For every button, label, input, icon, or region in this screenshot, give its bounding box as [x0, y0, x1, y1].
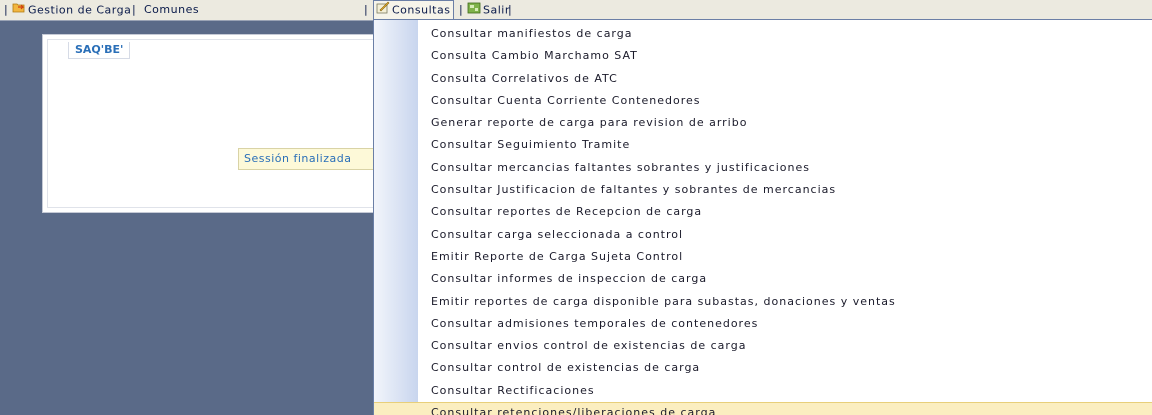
- app-logo: SAQ'BE': [68, 42, 131, 59]
- exit-icon: [467, 1, 481, 20]
- menu-separator: |: [459, 3, 464, 16]
- session-panel: SAQ'BE' Sessión finalizada: [42, 34, 390, 213]
- menu-salir[interactable]: Salir: [467, 1, 510, 19]
- menu-item-correlativos-atc[interactable]: Consulta Correlativos de ATC: [374, 68, 1152, 90]
- menu-separator: |: [132, 3, 137, 16]
- menu-item-reporte-arribo[interactable]: Generar reporte de carga para revision d…: [374, 112, 1152, 134]
- menu-label: Comunes: [144, 3, 200, 16]
- menu-label: Consultas: [392, 3, 451, 17]
- menu-item-cuenta-corriente[interactable]: Consultar Cuenta Corriente Contenedores: [374, 90, 1152, 112]
- menu-gestion-de-carga[interactable]: Gestion de Carga: [12, 1, 131, 19]
- consultas-dropdown-menu: Consultar manifiestos de carga Consulta …: [373, 19, 1152, 415]
- menu-consultas[interactable]: Consultas: [373, 0, 455, 20]
- menu-item-seguimiento-tramite[interactable]: Consultar Seguimiento Tramite: [374, 134, 1152, 156]
- menu-separator: |: [364, 3, 369, 16]
- menu-item-justificacion[interactable]: Consultar Justificacion de faltantes y s…: [374, 179, 1152, 201]
- menu-label: Gestion de Carga: [28, 3, 132, 17]
- menu-item-admisiones-temporales[interactable]: Consultar admisiones temporales de conte…: [374, 313, 1152, 335]
- menu-item-faltantes-sobrantes[interactable]: Consultar mercancias faltantes sobrantes…: [374, 157, 1152, 179]
- menu-item-recepcion-carga[interactable]: Consultar reportes de Recepcion de carga: [374, 201, 1152, 223]
- menu-item-retenciones-liberaciones[interactable]: Consultar retenciones/liberaciones de ca…: [374, 402, 1152, 415]
- menu-separator: |: [508, 3, 513, 16]
- menu-comunes[interactable]: Comunes: [144, 1, 199, 19]
- menu-item-carga-sujeta-control[interactable]: Emitir Reporte de Carga Sujeta Control: [374, 246, 1152, 268]
- menu-item-informes-inspeccion[interactable]: Consultar informes de inspeccion de carg…: [374, 268, 1152, 290]
- menu-item-control-existencias[interactable]: Consultar control de existencias de carg…: [374, 357, 1152, 379]
- menu-item-envios-control[interactable]: Consultar envios control de existencias …: [374, 335, 1152, 357]
- session-message: Sessión finalizada: [238, 148, 390, 170]
- menu-label: Salir: [483, 3, 510, 17]
- menu-items: Consultar manifiestos de carga Consulta …: [374, 23, 1152, 415]
- menu-item-rectificaciones[interactable]: Consultar Rectificaciones: [374, 380, 1152, 402]
- menubar: | Gestion de Carga | Comunes | Consultas…: [0, 0, 1152, 21]
- menu-item-cambio-marchamo[interactable]: Consulta Cambio Marchamo SAT: [374, 45, 1152, 67]
- menu-item-consultar-manifiestos[interactable]: Consultar manifiestos de carga: [374, 23, 1152, 45]
- menu-item-carga-seleccionada[interactable]: Consultar carga seleccionada a control: [374, 224, 1152, 246]
- notepad-pencil-icon: [376, 1, 390, 20]
- menu-separator: |: [4, 3, 9, 16]
- panel-frame: SAQ'BE' Sessión finalizada: [47, 39, 390, 208]
- menu-item-carga-disponible[interactable]: Emitir reportes de carga disponible para…: [374, 291, 1152, 313]
- folder-arrow-icon: [12, 1, 26, 20]
